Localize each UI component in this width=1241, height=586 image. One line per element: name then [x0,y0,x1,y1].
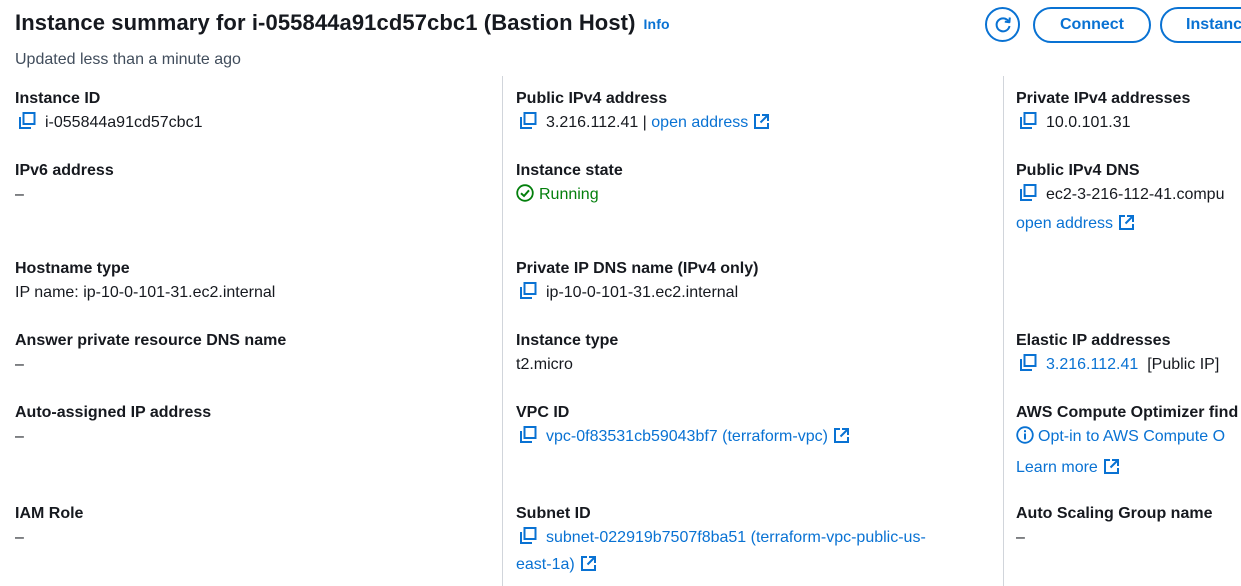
external-link-icon[interactable] [753,113,770,138]
copy-icon[interactable] [1019,183,1038,210]
page-title: Instance summary for i-055844a91cd57cbc1… [15,10,670,36]
instance-id-field: Instance ID i-055844a91cd57cbc1 [15,88,485,138]
private-ipv4-field: Private IPv4 addresses 10.0.101.31 [1016,88,1241,138]
field-value: vpc-0f83531cb59043bf7 (terraform-vpc) [516,425,986,452]
field-value-cont: east-1a) [516,553,986,580]
subnet-id-field: Subnet ID subnet-022919b7507f8ba51 (terr… [516,503,986,580]
refresh-button[interactable] [985,7,1020,42]
instance-state-button[interactable]: Instance state [1160,7,1241,43]
field-label: Elastic IP addresses [1016,332,1171,349]
field-value: – [15,356,24,373]
copy-icon[interactable] [1019,111,1038,138]
refresh-icon [995,16,1011,32]
public-dns-value: ec2-3-216-112-41.compu [1046,186,1225,203]
ipv6-field: IPv6 address – [15,160,485,207]
subnet-id-link[interactable]: subnet-022919b7507f8ba51 (terraform-vpc-… [546,529,926,546]
vpc-id-link[interactable]: vpc-0f83531cb59043bf7 (terraform-vpc) [546,428,828,445]
connect-button[interactable]: Connect [1033,7,1151,43]
subnet-id-link-cont[interactable]: east-1a) [516,556,575,573]
field-label: VPC ID [516,404,570,421]
learn-more-link[interactable]: Learn more [1016,459,1098,476]
field-value: subnet-022919b7507f8ba51 (terraform-vpc-… [516,526,986,553]
field-label: Instance state [516,162,623,179]
instance-type-field: Instance type t2.micro [516,330,986,377]
public-ipv4-value: 3.216.112.41 [546,114,639,131]
instance-state-field: Instance state Running [516,160,986,210]
private-dns-value: ip-10-0-101-31.ec2.internal [546,284,739,301]
iam-role-field: IAM Role – [15,503,485,550]
elastic-ip-link[interactable]: 3.216.112.41 [1046,356,1138,373]
field-label: IPv6 address [15,162,114,179]
external-link-icon[interactable] [833,427,850,452]
external-link-icon[interactable] [580,555,597,580]
field-label: Public IPv4 DNS [1016,162,1140,179]
field-value: 3.216.112.41 [Public IP] [1016,353,1241,380]
field-label: Private IPv4 addresses [1016,90,1191,107]
field-value: 10.0.101.31 [1016,111,1241,138]
instance-id-value: i-055844a91cd57cbc1 [45,114,203,131]
field-value: ec2-3-216-112-41.compu [1016,183,1241,210]
field-label: AWS Compute Optimizer find [1016,404,1239,421]
field-value-cont: open address [1016,212,1241,239]
instance-state-value: Running [539,186,599,203]
elastic-ip-field: Elastic IP addresses 3.216.112.41 [Public… [1016,330,1241,380]
public-ipv4-field: Public IPv4 address 3.216.112.41 | open … [516,88,986,138]
info-icon [1016,426,1034,452]
field-label: Auto Scaling Group name [1016,505,1213,522]
separator: | [638,114,652,131]
field-value: Running [516,183,986,210]
field-label: Subnet ID [516,505,591,522]
field-value: ip-10-0-101-31.ec2.internal [516,281,986,308]
optimizer-opt-in-link[interactable]: Opt-in to AWS Compute O [1038,428,1225,445]
field-value: IP name: ip-10-0-101-31.ec2.internal [15,284,276,301]
field-value: i-055844a91cd57cbc1 [15,111,485,138]
column-divider [502,76,503,586]
field-label: Instance type [516,332,619,349]
public-dns-field: Public IPv4 DNS ec2-3-216-112-41.compu o… [1016,160,1241,239]
elastic-ip-suffix: [Public IP] [1147,356,1220,373]
open-address-link[interactable]: open address [651,114,748,131]
field-label: Instance ID [15,90,101,107]
success-check-icon [516,184,534,210]
copy-icon[interactable] [519,281,538,308]
external-link-icon[interactable] [1103,458,1120,483]
private-ipv4-value: 10.0.101.31 [1046,114,1131,131]
open-address-link[interactable]: open address [1016,215,1113,232]
external-link-icon[interactable] [1118,214,1135,239]
field-value: 3.216.112.41 | open address [516,111,986,138]
field-label: Hostname type [15,260,130,277]
answer-dns-field: Answer private resource DNS name – [15,330,485,377]
field-value-cont: Learn more [1016,456,1241,483]
page-title-text: Instance summary for i-055844a91cd57cbc1… [15,10,636,35]
info-link[interactable]: Info [644,16,670,32]
copy-icon[interactable] [1019,353,1038,380]
field-label: Auto-assigned IP address [15,404,212,421]
hostname-type-field: Hostname type IP name: ip-10-0-101-31.ec… [15,258,485,305]
field-value: – [15,428,24,445]
copy-icon[interactable] [519,526,538,553]
field-value: Opt-in to AWS Compute O [1016,425,1241,452]
vpc-id-field: VPC ID vpc-0f83531cb59043bf7 (terraform-… [516,402,986,452]
updated-text: Updated less than a minute ago [15,51,241,68]
optimizer-field: AWS Compute Optimizer find Opt-in to AWS… [1016,402,1241,483]
field-value: – [15,186,24,203]
asg-field: Auto Scaling Group name – [1016,503,1241,550]
copy-icon[interactable] [519,111,538,138]
field-value: – [1016,529,1025,546]
column-divider [1003,76,1004,586]
field-value: t2.micro [516,356,573,373]
copy-icon[interactable] [18,111,37,138]
field-label: IAM Role [15,505,84,522]
private-dns-field: Private IP DNS name (IPv4 only) ip-10-0-… [516,258,986,308]
auto-ip-field: Auto-assigned IP address – [15,402,485,449]
field-value: – [15,529,24,546]
copy-icon[interactable] [519,425,538,452]
field-label: Answer private resource DNS name [15,332,287,349]
field-label: Private IP DNS name (IPv4 only) [516,260,759,277]
field-label: Public IPv4 address [516,90,668,107]
